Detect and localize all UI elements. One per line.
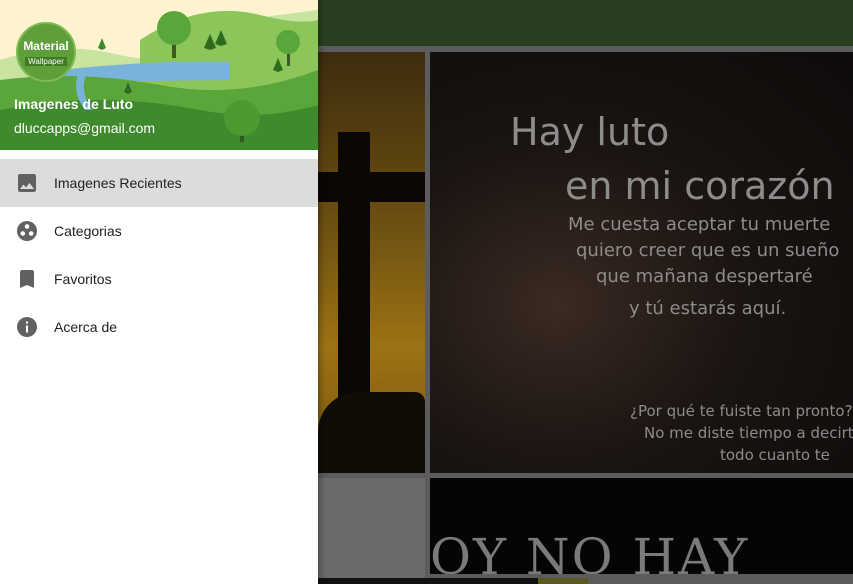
bottom-strip-accent bbox=[538, 578, 588, 584]
wallpaper-thumbnail-quote[interactable]: Hay luto en mi corazón Me cuesta aceptar… bbox=[430, 52, 853, 473]
bookmark-icon bbox=[20, 270, 34, 288]
quote-line: en mi corazón bbox=[565, 164, 835, 208]
palette-icon bbox=[17, 221, 37, 241]
image-icon bbox=[18, 174, 36, 192]
account-email: dluccapps@gmail.com bbox=[14, 120, 156, 136]
quote-line: Me cuesta aceptar tu muerte bbox=[568, 214, 831, 235]
menu-item-label: Favoritos bbox=[54, 271, 112, 287]
logo-title: Material bbox=[23, 38, 69, 53]
app-logo: Material Wallpaper bbox=[16, 22, 76, 82]
quote-line: ¿Por qué te fuiste tan pronto? bbox=[630, 402, 853, 420]
menu-item-recent-images[interactable]: Imagenes Recientes bbox=[0, 159, 318, 207]
drawer-header: Material Wallpaper Imagenes de Luto dluc… bbox=[0, 0, 318, 150]
menu-item-favorites[interactable]: Favoritos bbox=[0, 255, 318, 303]
menu-item-label: Acerca de bbox=[54, 319, 118, 335]
thumbnail-text: OY NO HAY bbox=[430, 528, 750, 574]
cross-base bbox=[318, 392, 425, 473]
drawer-menu: Imagenes Recientes Categorias Favoritos bbox=[0, 159, 318, 351]
quote-line: No me diste tiempo a decirte bbox=[644, 424, 853, 442]
info-icon bbox=[17, 317, 37, 337]
logo-subtitle: Wallpaper bbox=[25, 56, 67, 66]
menu-item-label: Categorias bbox=[54, 223, 122, 239]
quote-line: que mañana despertaré bbox=[596, 266, 813, 287]
menu-item-label: Imagenes Recientes bbox=[54, 175, 182, 191]
quote-line: y tú estarás aquí. bbox=[629, 298, 787, 319]
quote-line: todo cuanto te bbox=[720, 446, 830, 464]
menu-item-categories[interactable]: Categorias bbox=[0, 207, 318, 255]
quote-line: Hay luto bbox=[510, 110, 670, 154]
wallpaper-thumbnail-text[interactable]: OY NO HAY bbox=[430, 478, 853, 574]
quote-line: quiero creer que es un sueño bbox=[576, 240, 840, 261]
menu-item-about[interactable]: Acerca de bbox=[0, 303, 318, 351]
navigation-drawer: Material Wallpaper Imagenes de Luto dluc… bbox=[0, 0, 318, 584]
app-name: Imagenes de Luto bbox=[14, 96, 134, 112]
bottom-strip bbox=[318, 578, 538, 584]
